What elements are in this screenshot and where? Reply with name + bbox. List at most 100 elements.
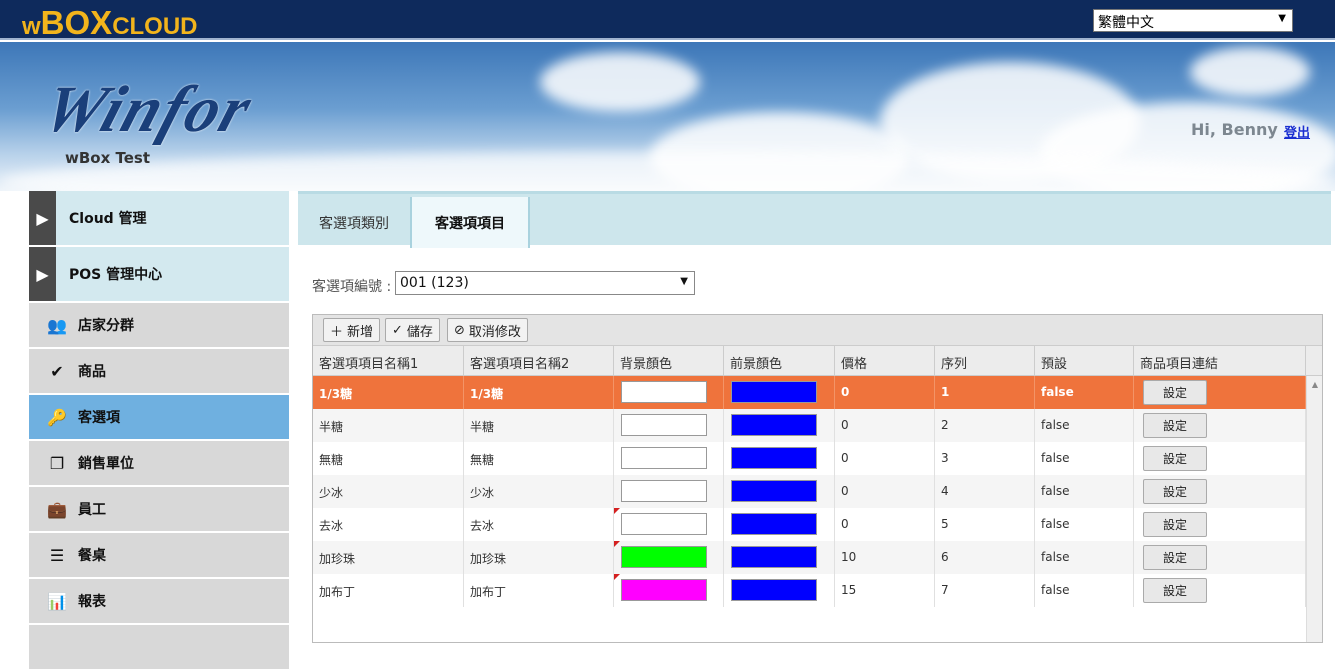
name1-cell[interactable]: 無糖 xyxy=(313,442,464,475)
name1-cell[interactable]: 1/3糖 xyxy=(313,376,464,409)
sequence-cell[interactable]: 7 xyxy=(935,574,1035,607)
column-header[interactable]: 價格 xyxy=(835,346,935,376)
foreground-color-swatch[interactable] xyxy=(731,513,817,535)
background-color-swatch[interactable] xyxy=(621,414,707,436)
default-cell[interactable]: false xyxy=(1035,541,1134,574)
sidebar-item-staff[interactable]: 💼 員工 xyxy=(29,487,289,531)
wboxcloud-logo[interactable]: wBOXCLOUD xyxy=(22,4,198,42)
default-cell[interactable]: false xyxy=(1035,409,1134,442)
set-button[interactable]: 設定 xyxy=(1143,545,1207,570)
set-button[interactable]: 設定 xyxy=(1143,512,1207,537)
name2-cell[interactable]: 1/3糖 xyxy=(464,376,614,409)
default-cell[interactable]: false xyxy=(1035,442,1134,475)
sequence-cell[interactable]: 6 xyxy=(935,541,1035,574)
name2-cell[interactable]: 去冰 xyxy=(464,508,614,541)
sidebar-group-cloud[interactable]: ▶ Cloud 管理 xyxy=(29,191,289,245)
background-color-cell[interactable] xyxy=(614,442,724,475)
cancel-changes-button[interactable]: ⊘ 取消修改 xyxy=(447,318,528,342)
foreground-color-cell[interactable] xyxy=(724,541,835,574)
name1-cell[interactable]: 加珍珠 xyxy=(313,541,464,574)
scroll-up-icon[interactable]: ▲ xyxy=(1307,380,1322,389)
foreground-color-swatch[interactable] xyxy=(731,381,817,403)
name2-cell[interactable]: 加珍珠 xyxy=(464,541,614,574)
product-link-cell[interactable]: 設定 xyxy=(1134,409,1306,442)
column-header[interactable]: 預設 xyxy=(1035,346,1134,376)
name1-cell[interactable]: 去冰 xyxy=(313,508,464,541)
product-link-cell[interactable]: 設定 xyxy=(1134,442,1306,475)
background-color-swatch[interactable] xyxy=(621,513,707,535)
sidebar-group-pos[interactable]: ▶ POS 管理中心 xyxy=(29,247,289,301)
set-button[interactable]: 設定 xyxy=(1143,446,1207,471)
name2-cell[interactable]: 無糖 xyxy=(464,442,614,475)
set-button[interactable]: 設定 xyxy=(1143,380,1207,405)
default-cell[interactable]: false xyxy=(1035,574,1134,607)
price-cell[interactable]: 0 xyxy=(835,508,935,541)
language-select[interactable]: 繁體中文 ▼ xyxy=(1093,9,1293,32)
foreground-color-cell[interactable] xyxy=(724,508,835,541)
product-link-cell[interactable]: 設定 xyxy=(1134,574,1306,607)
foreground-color-swatch[interactable] xyxy=(731,414,817,436)
name1-cell[interactable]: 半糖 xyxy=(313,409,464,442)
name1-cell[interactable]: 加布丁 xyxy=(313,574,464,607)
foreground-color-swatch[interactable] xyxy=(731,579,817,601)
table-row[interactable]: 加布丁 加布丁 15 7 false 設定 xyxy=(313,574,1322,607)
sidebar-item-tables[interactable]: ☰ 餐桌 xyxy=(29,533,289,577)
sidebar-item-options[interactable]: 🔑 客選項 xyxy=(29,395,289,439)
background-color-swatch[interactable] xyxy=(621,579,707,601)
table-row[interactable]: 半糖 半糖 0 2 false 設定 xyxy=(313,409,1322,442)
default-cell[interactable]: false xyxy=(1035,508,1134,541)
sequence-cell[interactable]: 4 xyxy=(935,475,1035,508)
price-cell[interactable]: 0 xyxy=(835,376,935,409)
price-cell[interactable]: 0 xyxy=(835,409,935,442)
background-color-swatch[interactable] xyxy=(621,447,707,469)
table-row[interactable]: 加珍珠 加珍珠 10 6 false 設定 xyxy=(313,541,1322,574)
background-color-swatch[interactable] xyxy=(621,480,707,502)
price-cell[interactable]: 15 xyxy=(835,574,935,607)
save-button[interactable]: ✓ 儲存 xyxy=(385,318,440,342)
foreground-color-cell[interactable] xyxy=(724,409,835,442)
product-link-cell[interactable]: 設定 xyxy=(1134,376,1306,409)
price-cell[interactable]: 0 xyxy=(835,442,935,475)
sidebar-item-more[interactable] xyxy=(29,625,289,669)
tab-option-items[interactable]: 客選項項目 xyxy=(412,197,530,248)
product-link-cell[interactable]: 設定 xyxy=(1134,475,1306,508)
name2-cell[interactable]: 少冰 xyxy=(464,475,614,508)
name2-cell[interactable]: 加布丁 xyxy=(464,574,614,607)
foreground-color-cell[interactable] xyxy=(724,376,835,409)
column-header[interactable]: 前景顏色 xyxy=(724,346,835,376)
grid-scrollbar[interactable]: ▲ xyxy=(1306,376,1322,642)
sidebar-item-product[interactable]: ✔ 商品 xyxy=(29,349,289,393)
background-color-cell[interactable] xyxy=(614,508,724,541)
background-color-swatch[interactable] xyxy=(621,546,707,568)
sidebar-item-sales-unit[interactable]: ❐ 銷售單位 xyxy=(29,441,289,485)
column-header[interactable]: 客選項項目名稱1 xyxy=(313,346,464,376)
background-color-cell[interactable] xyxy=(614,574,724,607)
table-row[interactable]: 去冰 去冰 0 5 false 設定 xyxy=(313,508,1322,541)
sequence-cell[interactable]: 2 xyxy=(935,409,1035,442)
price-cell[interactable]: 10 xyxy=(835,541,935,574)
background-color-cell[interactable] xyxy=(614,475,724,508)
background-color-cell[interactable] xyxy=(614,409,724,442)
set-button[interactable]: 設定 xyxy=(1143,578,1207,603)
foreground-color-swatch[interactable] xyxy=(731,546,817,568)
foreground-color-cell[interactable] xyxy=(724,442,835,475)
sequence-cell[interactable]: 5 xyxy=(935,508,1035,541)
foreground-color-swatch[interactable] xyxy=(731,480,817,502)
background-color-cell[interactable] xyxy=(614,376,724,409)
sidebar-item-store-group[interactable]: 👥 店家分群 xyxy=(29,303,289,347)
foreground-color-cell[interactable] xyxy=(724,574,835,607)
column-header[interactable]: 客選項項目名稱2 xyxy=(464,346,614,376)
name1-cell[interactable]: 少冰 xyxy=(313,475,464,508)
table-row[interactable]: 少冰 少冰 0 4 false 設定 xyxy=(313,475,1322,508)
set-button[interactable]: 設定 xyxy=(1143,479,1207,504)
logout-link[interactable]: 登出 xyxy=(1284,122,1310,141)
foreground-color-cell[interactable] xyxy=(724,475,835,508)
sidebar-item-reports[interactable]: 📊 報表 xyxy=(29,579,289,623)
product-link-cell[interactable]: 設定 xyxy=(1134,508,1306,541)
table-row[interactable]: 1/3糖 1/3糖 0 1 false 設定 xyxy=(313,376,1322,409)
foreground-color-swatch[interactable] xyxy=(731,447,817,469)
default-cell[interactable]: false xyxy=(1035,475,1134,508)
column-header[interactable]: 商品項目連結 xyxy=(1134,346,1306,376)
name2-cell[interactable]: 半糖 xyxy=(464,409,614,442)
option-id-select[interactable]: 001 (123) ▼ xyxy=(395,271,695,295)
